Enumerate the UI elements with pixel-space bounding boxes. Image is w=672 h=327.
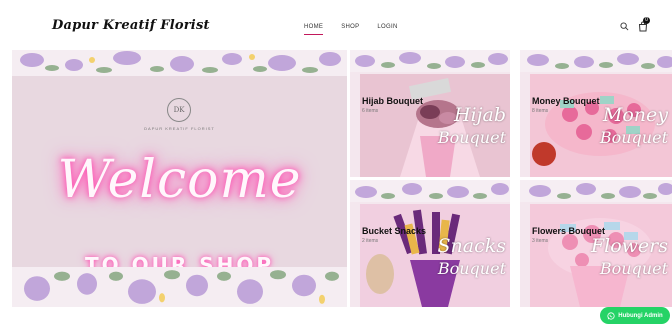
- nav-shop[interactable]: SHOP: [341, 24, 359, 33]
- category-title[interactable]: Money Bouquet: [532, 96, 600, 106]
- nav-login[interactable]: LOGIN: [377, 24, 397, 33]
- brand-monogram-caption: DAPUR KREATIF FLORIST: [144, 126, 215, 131]
- category-script-line2: Bouquet: [599, 128, 668, 147]
- category-title[interactable]: Bucket Snacks: [362, 226, 426, 236]
- category-script-line2: Bouquet: [437, 259, 506, 278]
- category-script-line2: Bouquet: [599, 259, 668, 278]
- category-card-flowers[interactable]: Flowers Bouquet 3 items Flowers Bouquet: [520, 180, 672, 307]
- category-script-line2: Bouquet: [437, 128, 506, 147]
- site-header: Dapur Kreatif Florist HOME SHOP LOGIN 0: [0, 0, 672, 50]
- floral-border-top: [12, 50, 347, 76]
- brand-monogram: DK: [167, 98, 191, 122]
- floral-border-bottom: [12, 267, 347, 307]
- category-script-line1: Hijab: [453, 104, 506, 126]
- whatsapp-contact-button[interactable]: Hubungi Admin: [600, 307, 670, 324]
- category-count: 2 items: [362, 238, 379, 244]
- whatsapp-label: Hubungi Admin: [618, 312, 663, 319]
- welcome-heading: Welcome: [57, 150, 302, 210]
- category-script-line1: Snacks: [437, 235, 507, 257]
- category-count: 6 items: [362, 108, 379, 114]
- category-count: 8 items: [532, 108, 549, 114]
- welcome-banner[interactable]: DK DAPUR KREATIF FLORIST Welcome TO OUR …: [12, 50, 347, 307]
- floral-strip: [350, 180, 510, 202]
- category-card-money[interactable]: Money Bouquet 8 items Money Bouquet: [520, 50, 672, 177]
- floral-strip: [350, 50, 510, 72]
- category-script-line1: Money: [602, 104, 668, 126]
- whatsapp-icon: [607, 311, 615, 320]
- category-script-line1: Flowers: [590, 235, 668, 257]
- site-logo[interactable]: Dapur Kreatif Florist: [52, 18, 210, 33]
- nav-home[interactable]: HOME: [304, 24, 324, 35]
- floral-strip: [520, 180, 672, 202]
- category-card-hijab[interactable]: Hijab Bouquet 6 items Hijab Bouquet: [350, 50, 510, 177]
- category-count: 3 items: [532, 238, 549, 244]
- floral-strip: [520, 50, 672, 72]
- main-nav: HOME SHOP LOGIN: [304, 24, 398, 35]
- category-card-snacks[interactable]: Bucket Snacks 2 items Snacks Bouquet: [350, 180, 510, 307]
- cart-count-badge: 0: [643, 17, 650, 24]
- search-icon[interactable]: [620, 22, 629, 31]
- category-title[interactable]: Hijab Bouquet: [362, 96, 423, 106]
